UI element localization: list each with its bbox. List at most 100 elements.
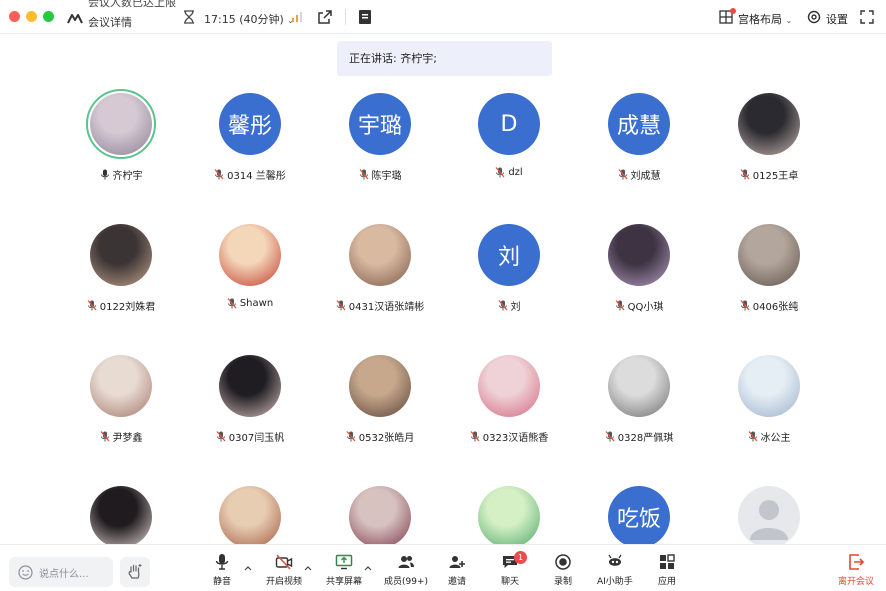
avatar-photo (478, 486, 540, 548)
chevron-up-icon[interactable] (244, 565, 252, 571)
participant-tile[interactable]: 0328严佩琪 (574, 355, 704, 470)
participant-name-row: 陈宇璐 (315, 167, 445, 182)
participant-name: 0122刘姝君 (99, 302, 156, 313)
microphone-icon (215, 554, 229, 570)
participant-name: 0406张纯 (752, 302, 799, 313)
default-avatar-icon (750, 500, 788, 540)
fullscreen-icon[interactable] (860, 10, 874, 24)
gear-icon[interactable] (806, 9, 822, 25)
share-screen-button[interactable]: 共享屏幕 (326, 553, 362, 591)
close-window-button[interactable] (9, 11, 20, 22)
participant-tile[interactable]: 0122刘姝君 (56, 224, 186, 339)
layout-dropdown[interactable]: 宫格布局 ⌄ (738, 11, 792, 27)
settings-button[interactable]: 设置 (826, 11, 848, 27)
chat-button[interactable]: 聊天 1 (501, 551, 527, 591)
avatar-photo (738, 355, 800, 417)
participant-name-row: 0328严佩琪 (574, 429, 704, 444)
participant-tile[interactable]: 宇璐陈宇璐 (315, 93, 445, 208)
microphone-muted-icon (605, 431, 615, 442)
participant-name-row: 0431汉语张靖彬 (315, 298, 445, 313)
participant-name: 刘成慧 (630, 171, 661, 182)
microphone-muted-icon (216, 431, 226, 442)
invite-label: 邀请 (448, 577, 467, 587)
maximize-window-button[interactable] (43, 11, 54, 22)
participant-name-row: 齐柠宇 (56, 167, 186, 182)
participant-name: 0323汉语熊香 (482, 433, 549, 444)
avatar-initials: 吃饭 (616, 507, 661, 532)
participant-tile[interactable]: 0323汉语熊香 (444, 355, 574, 470)
chat-placeholder: 说点什么... (39, 569, 89, 580)
microphone-muted-icon (100, 431, 109, 442)
document-icon[interactable] (358, 9, 372, 25)
microphone-muted-icon (214, 169, 224, 180)
chat-unread-badge: 1 (514, 551, 527, 564)
participant-tile[interactable]: 0532张皓月 (315, 355, 445, 470)
microphone-muted-icon (87, 300, 97, 311)
add-person-icon (449, 556, 465, 568)
avatar-photo (90, 224, 152, 286)
microphone-icon (100, 169, 109, 180)
external-share-icon[interactable] (317, 9, 333, 25)
invite-button[interactable]: 邀请 (448, 553, 466, 591)
participant-tile[interactable]: 刘刘 (444, 224, 574, 339)
participant-tile[interactable]: 0307闫玉帆 (185, 355, 315, 470)
video-label: 开启视频 (266, 577, 303, 587)
participant-name: 陈宇璐 (371, 171, 402, 182)
members-icon (398, 556, 415, 568)
speaking-banner: 正在讲话: 齐柠宇; (337, 41, 552, 76)
chevron-up-icon[interactable] (304, 565, 312, 571)
participant-name: 0307闫玉帆 (228, 433, 285, 444)
participant-tile[interactable]: 0125王卓 (704, 93, 834, 208)
apps-grid-icon (660, 554, 675, 569)
mute-label: 静音 (213, 577, 232, 587)
meeting-timer[interactable]: 17:15 (40分钟) ⌄ (204, 11, 294, 27)
participant-tile[interactable]: 成慧刘成慧 (574, 93, 704, 208)
avatar-photo (608, 355, 670, 417)
tencent-meeting-logo-icon (67, 14, 83, 24)
mute-button[interactable]: 静音 (213, 553, 231, 591)
microphone-muted-icon (618, 169, 627, 180)
chevron-up-icon[interactable] (364, 565, 372, 571)
chat-input[interactable]: 说点什么... (9, 557, 113, 587)
members-button[interactable]: 成员(99+) (384, 553, 428, 591)
network-signal-icon[interactable] (291, 10, 304, 23)
participant-tile[interactable]: Shawn (185, 224, 315, 339)
participant-name: 0125王卓 (752, 171, 799, 182)
participant-name-row: dzl (444, 167, 574, 178)
start-video-button[interactable]: 开启视频 (266, 553, 302, 591)
raise-hand-button[interactable] (120, 557, 150, 587)
apps-button[interactable]: 应用 (658, 553, 676, 591)
participant-name-row: 0307闫玉帆 (185, 429, 315, 444)
participant-name-row: 0314 兰馨彤 (185, 167, 315, 182)
participant-name-row: 0323汉语熊香 (444, 429, 574, 444)
hourglass-icon (184, 10, 194, 24)
record-icon (555, 554, 571, 570)
participant-name: 齐柠宇 (112, 171, 143, 182)
minimize-window-button[interactable] (26, 11, 37, 22)
avatar-photo (219, 355, 281, 417)
participant-tile[interactable]: 0406张纯 (704, 224, 834, 339)
participant-name-row: Shawn (185, 298, 315, 309)
participant-tile[interactable]: Ddzl (444, 93, 574, 208)
avatar-initials: 刘 (497, 245, 520, 270)
participant-name-row: 0532张皓月 (315, 429, 445, 444)
ai-assistant-icon (608, 554, 622, 566)
meeting-title: 会议人数已达上限 (88, 0, 176, 9)
participant-name-row: 尹梦鑫 (56, 429, 186, 444)
avatar-initials: 宇璐 (357, 114, 402, 139)
ai-assistant-button[interactable]: AI小助手 (597, 553, 633, 591)
avatar-initials: 成慧 (616, 114, 661, 139)
participant-tile[interactable]: 尹梦鑫 (56, 355, 186, 470)
meeting-detail-link[interactable]: 会议详情 (88, 14, 132, 30)
leave-meeting-button[interactable]: 离开会议 (838, 553, 874, 591)
record-button[interactable]: 录制 (554, 553, 572, 591)
participant-tile[interactable]: QQ小琪 (574, 224, 704, 339)
avatar-photo (219, 224, 281, 286)
participant-tile[interactable]: 冰公主 (704, 355, 834, 470)
microphone-muted-icon (359, 169, 368, 180)
participant-tile[interactable]: 0431汉语张靖彬 (315, 224, 445, 339)
participant-tile[interactable]: 齐柠宇 (56, 89, 186, 208)
participant-name-row: 0122刘姝君 (56, 298, 186, 313)
raise-hand-icon (128, 564, 142, 579)
participant-tile[interactable]: 馨彤 0314 兰馨彤 (185, 93, 315, 208)
